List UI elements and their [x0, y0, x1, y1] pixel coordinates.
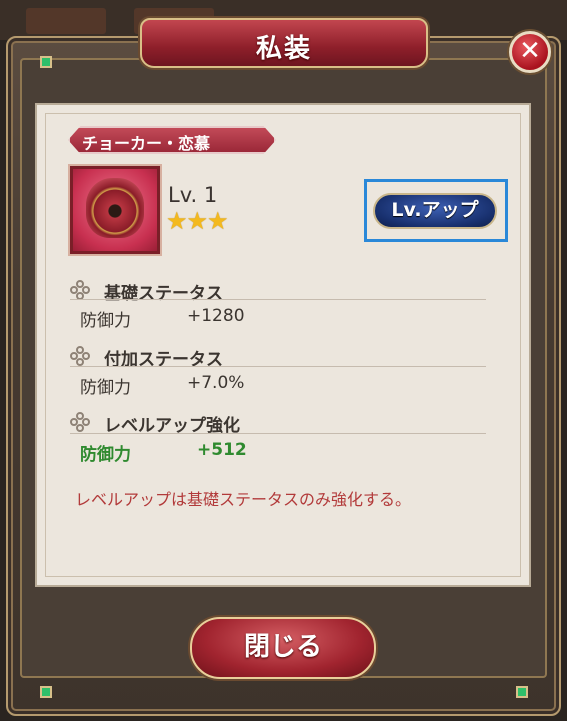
title-banner: 私装 [140, 18, 428, 68]
levelup-stat-label: 防御力 [80, 445, 131, 465]
ornament-icon [70, 280, 90, 300]
close-icon: ✕ [519, 36, 541, 66]
divider [70, 433, 486, 434]
base-stat-value: +1280 [187, 306, 245, 326]
corner-gem-icon [40, 686, 52, 698]
item-name: チョーカー・恋慕 [82, 134, 211, 153]
ornament-icon [70, 412, 90, 432]
corner-gem-icon [516, 686, 528, 698]
level-up-button[interactable]: Lv.アップ [373, 193, 497, 229]
levelup-stat-value: +512 [197, 440, 247, 460]
extra-stat-value: +7.0% [187, 373, 245, 393]
background-chip [26, 8, 106, 34]
choker-icon [86, 178, 144, 238]
close-button[interactable]: ✕ [509, 31, 551, 73]
item-level: Lv. 1 [168, 183, 218, 207]
corner-gem-icon [40, 56, 52, 68]
rarity-stars: ★★★ [166, 207, 229, 235]
base-stats-heading: 基礎ステータス [104, 284, 223, 304]
close-dialog-button[interactable]: 閉じる [190, 617, 376, 679]
dialog-title: 私装 [255, 34, 312, 64]
ornament-icon [70, 346, 90, 366]
divider [70, 299, 486, 300]
extra-stat-label: 防御力 [80, 378, 131, 398]
base-stat-label: 防御力 [80, 311, 131, 331]
level-up-note: レベルアップは基礎ステータスのみ強化する。 [75, 490, 412, 509]
divider [70, 366, 486, 367]
